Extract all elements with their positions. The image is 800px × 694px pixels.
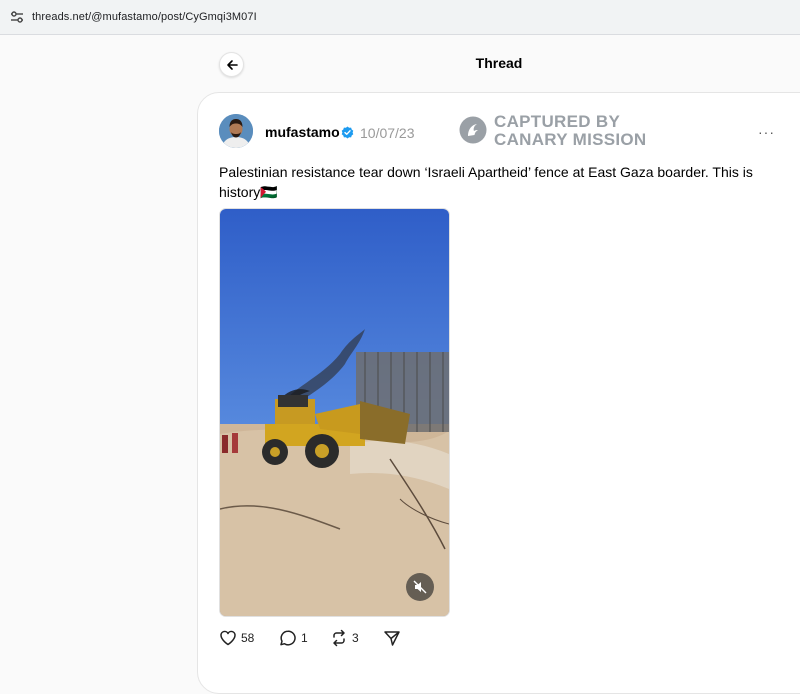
avatar[interactable] (219, 114, 253, 148)
mute-button[interactable] (406, 573, 434, 601)
site-info-icon[interactable] (10, 10, 24, 24)
page-title: Thread (475, 55, 523, 71)
canary-mission-logo-icon (459, 116, 487, 144)
muted-speaker-icon (413, 580, 427, 594)
repost-button[interactable]: 3 (330, 629, 359, 647)
username-link[interactable]: mufastamo (265, 124, 340, 140)
like-button[interactable]: 58 (219, 629, 254, 647)
back-button[interactable] (219, 52, 244, 77)
reply-count: 1 (301, 631, 308, 645)
reply-button[interactable]: 1 (279, 629, 308, 647)
more-options-button[interactable]: ··· (758, 124, 775, 140)
post-video[interactable] (219, 208, 450, 617)
share-button[interactable] (383, 629, 401, 647)
repost-icon (333, 629, 345, 647)
like-count: 58 (241, 631, 255, 645)
speech-bubble-icon (280, 630, 296, 646)
send-icon (384, 631, 400, 646)
heart-icon (220, 630, 236, 646)
verified-badge-icon (341, 126, 354, 139)
watermark-text: CAPTURED BY (494, 112, 621, 131)
post-date[interactable]: 10/07/23 (360, 125, 415, 141)
url-text[interactable]: threads.net/@mufastamo/post/CyGmqi3M07I (32, 11, 257, 23)
post-text: Palestinian resistance tear down ‘Israel… (219, 164, 753, 200)
arrow-left-icon (226, 59, 238, 70)
watermark-text: CANARY MISSION (494, 130, 647, 149)
address-bar[interactable]: threads.net/@mufastamo/post/CyGmqi3M07I (0, 0, 800, 35)
repost-count: 3 (352, 631, 359, 645)
